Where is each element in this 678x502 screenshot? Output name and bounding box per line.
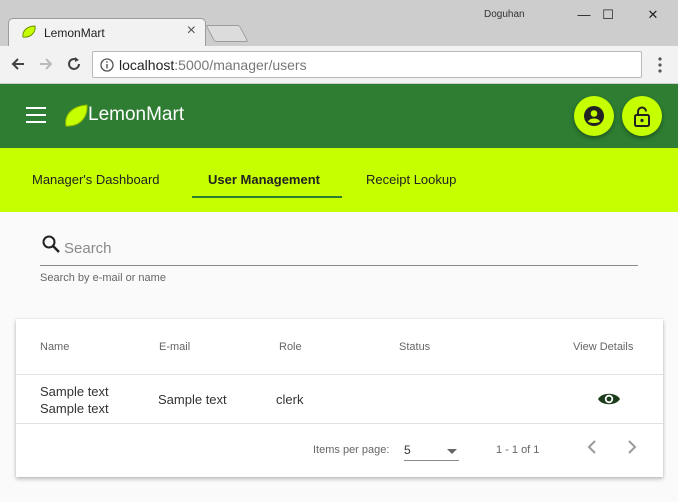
page-size-value: 5 xyxy=(404,443,411,457)
column-header-role[interactable]: Role xyxy=(279,341,302,353)
visibility-icon[interactable] xyxy=(597,390,621,408)
previous-page-icon[interactable] xyxy=(584,439,600,455)
header-divider xyxy=(16,374,663,375)
url-text[interactable]: localhost:5000/manager/users xyxy=(119,57,307,73)
profile-button[interactable] xyxy=(574,96,614,136)
dropdown-arrow-icon xyxy=(447,449,457,454)
column-header-name[interactable]: Name xyxy=(40,341,69,353)
cell-name-line2: Sample text xyxy=(40,401,109,416)
url-host: localhost xyxy=(119,57,175,73)
back-arrow-icon[interactable] xyxy=(9,55,27,73)
active-tab-indicator xyxy=(192,196,342,198)
info-icon[interactable] xyxy=(100,58,114,72)
tab-title: LemonMart xyxy=(44,26,105,40)
browser-titlebar: LemonMart × Doguhan — ☐ ✕ xyxy=(0,0,678,46)
address-bar[interactable]: localhost:5000/manager/users xyxy=(92,51,642,78)
browser-tab[interactable]: LemonMart × xyxy=(8,18,206,46)
search-input[interactable] xyxy=(64,237,634,259)
lemon-favicon-icon xyxy=(22,25,36,38)
logout-button[interactable] xyxy=(622,96,662,136)
menu-icon[interactable] xyxy=(26,107,46,123)
maximize-button[interactable]: ☐ xyxy=(585,2,631,28)
window-close-button[interactable]: ✕ xyxy=(630,2,676,28)
manager-nav-bar: Manager's Dashboard User Management Rece… xyxy=(0,148,678,212)
lemon-logo-icon xyxy=(65,104,88,127)
url-path: :5000/manager/users xyxy=(174,57,307,73)
account-circle-icon xyxy=(584,106,604,126)
nav-link-receipt-lookup[interactable]: Receipt Lookup xyxy=(366,172,456,187)
lock-open-icon xyxy=(634,106,650,127)
page-size-select[interactable]: 5 xyxy=(404,437,459,461)
cell-name-line1: Sample text xyxy=(40,384,109,399)
users-table-card: Name E-mail Role Status View Details Sam… xyxy=(16,319,663,477)
next-page-icon[interactable] xyxy=(624,439,640,455)
brand-name[interactable]: LemonMart xyxy=(88,104,184,126)
nav-link-managers-dashboard[interactable]: Manager's Dashboard xyxy=(32,172,160,187)
search-underline xyxy=(40,265,638,266)
page-range-label: 1 - 1 of 1 xyxy=(496,444,540,456)
profile-name[interactable]: Doguhan xyxy=(484,9,525,20)
forward-arrow-icon[interactable] xyxy=(37,55,55,73)
tab-close-icon[interactable]: × xyxy=(187,22,196,40)
app-toolbar: LemonMart xyxy=(0,84,678,148)
main-content: Search by e-mail or name Name E-mail Rol… xyxy=(0,212,678,502)
column-header-status[interactable]: Status xyxy=(399,341,430,353)
cell-role: clerk xyxy=(276,392,304,407)
row-divider xyxy=(16,423,663,424)
browser-toolbar: localhost:5000/manager/users xyxy=(0,46,678,84)
search-icon xyxy=(42,235,60,253)
reload-icon[interactable] xyxy=(65,55,83,73)
column-header-email[interactable]: E-mail xyxy=(159,341,190,353)
cell-email: Sample text xyxy=(158,392,227,407)
nav-link-user-management[interactable]: User Management xyxy=(208,172,320,187)
items-per-page-label: Items per page: xyxy=(313,444,390,456)
search-hint: Search by e-mail or name xyxy=(40,272,166,284)
new-tab-button[interactable] xyxy=(205,25,249,42)
column-header-view-details: View Details xyxy=(573,341,634,353)
browser-menu-icon[interactable] xyxy=(653,56,667,74)
